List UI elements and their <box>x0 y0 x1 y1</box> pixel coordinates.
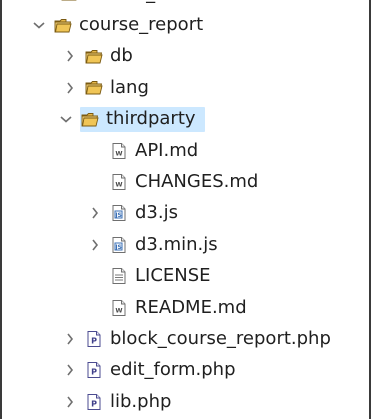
project-explorer: course_overview course_report <box>0 0 371 419</box>
tree-item-label: edit_form.php <box>110 359 236 381</box>
tree-item-lang[interactable]: lang <box>0 72 371 103</box>
tree-item-thirdparty[interactable]: thirdparty <box>0 104 371 135</box>
svg-text:JS: JS <box>114 212 122 219</box>
tree-item-label: d3.min.js <box>135 233 218 255</box>
svg-text:W: W <box>115 306 122 314</box>
javascript-file-icon: JS <box>110 205 128 222</box>
tree-item-label: README.md <box>135 296 247 318</box>
php-file-icon: P <box>85 362 103 379</box>
svg-text:P: P <box>91 399 97 408</box>
svg-text:P: P <box>91 337 97 346</box>
tree-item-label: lang <box>110 76 149 98</box>
chevron-right-icon[interactable] <box>64 364 76 376</box>
open-folder-icon <box>81 111 99 127</box>
svg-text:W: W <box>115 149 122 157</box>
tree-item-d3-min-js[interactable]: JS d3.min.js <box>0 229 371 260</box>
php-file-icon: P <box>85 393 103 410</box>
tree-item-course-overview[interactable]: course_overview <box>0 0 371 9</box>
tree-item-label: course_report <box>79 14 204 36</box>
markdown-file-icon: W <box>110 142 128 159</box>
javascript-file-icon: JS <box>110 236 128 253</box>
chevron-down-icon[interactable] <box>33 19 45 31</box>
svg-text:JS: JS <box>114 244 122 251</box>
tree-item-label: thirdparty <box>106 108 196 130</box>
tree-item-label: API.md <box>135 139 199 161</box>
chevron-right-icon[interactable] <box>64 396 76 408</box>
tree-item-label: LICENSE <box>135 265 211 287</box>
tree-item-label: lib.php <box>110 390 172 412</box>
tree-item-label: course_overview <box>86 0 237 3</box>
tree-item-changes-md[interactable]: W CHANGES.md <box>0 166 371 197</box>
open-folder-icon <box>54 17 72 33</box>
file-tree: course_overview course_report <box>0 0 371 417</box>
chevron-right-icon[interactable] <box>64 333 76 345</box>
chevron-right-icon[interactable] <box>64 50 76 62</box>
php-file-icon: P <box>85 330 103 347</box>
chevron-right-icon[interactable] <box>64 82 76 94</box>
tree-item-block-course-report-php[interactable]: P block_course_report.php <box>0 323 371 354</box>
tree-item-api-md[interactable]: W API.md <box>0 135 371 166</box>
tree-item-label: block_course_report.php <box>110 327 331 349</box>
text-file-icon <box>110 268 128 285</box>
chevron-right-icon[interactable] <box>89 239 101 251</box>
tree-item-course-report[interactable]: course_report <box>0 9 371 40</box>
tree-item-d3-js[interactable]: JS d3.js <box>0 198 371 229</box>
chevron-right-icon[interactable] <box>89 207 101 219</box>
open-folder-icon <box>61 0 79 2</box>
tree-item-label: CHANGES.md <box>135 171 259 193</box>
svg-text:W: W <box>115 181 122 189</box>
open-folder-icon <box>85 48 103 64</box>
tree-item-db[interactable]: db <box>0 41 371 72</box>
svg-text:P: P <box>91 368 97 377</box>
tree-item-label: db <box>110 45 133 67</box>
tree-item-license[interactable]: LICENSE <box>0 261 371 292</box>
markdown-file-icon: W <box>110 174 128 191</box>
tree-item-readme-md[interactable]: W README.md <box>0 292 371 323</box>
chevron-down-icon[interactable] <box>60 113 72 125</box>
tree-item-lib-php[interactable]: P lib.php <box>0 386 371 417</box>
open-folder-icon <box>85 80 103 96</box>
tree-item-edit-form-php[interactable]: P edit_form.php <box>0 355 371 386</box>
tree-item-label: d3.js <box>135 202 178 224</box>
markdown-file-icon: W <box>110 299 128 316</box>
